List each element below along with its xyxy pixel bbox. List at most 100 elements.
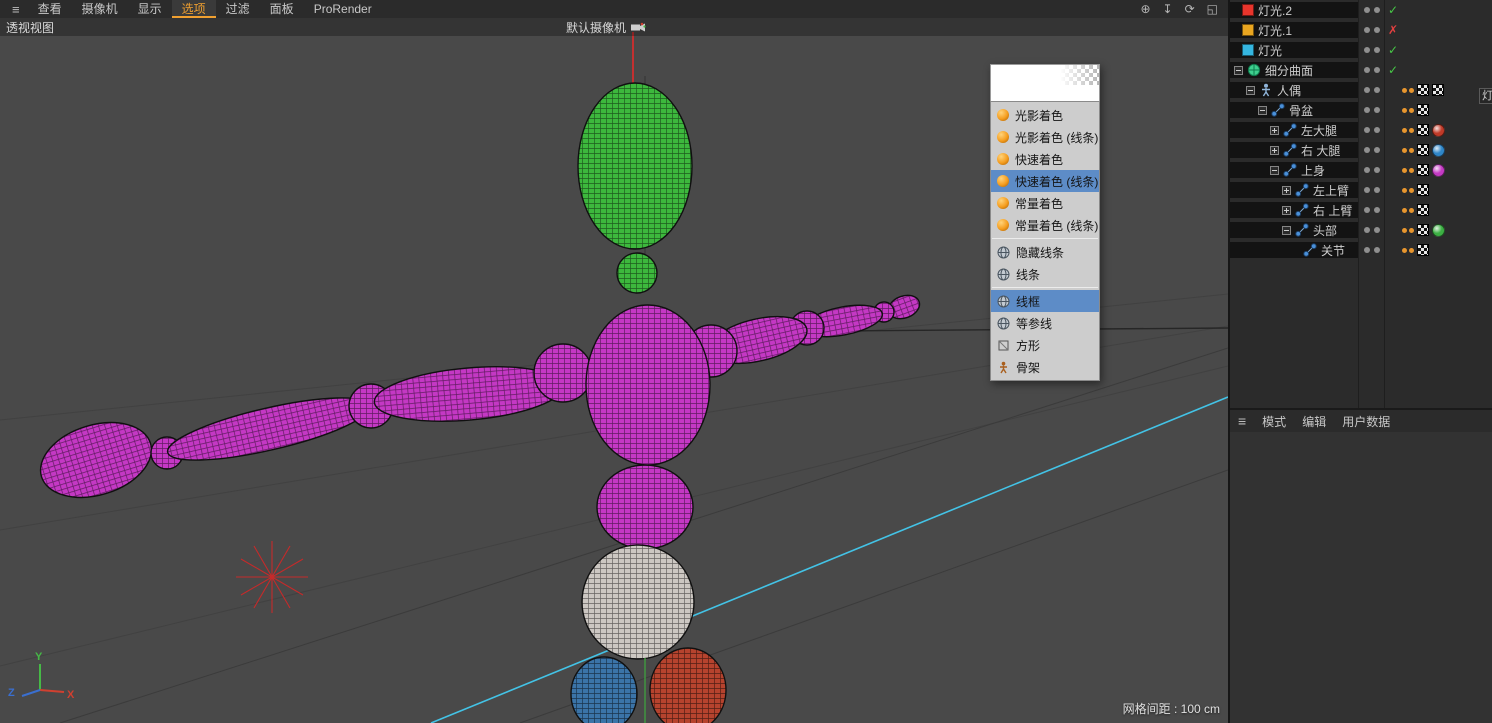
expression-tag[interactable] [1402, 207, 1414, 213]
menu-item-view[interactable]: 查看 [28, 0, 72, 18]
menu-item-camera[interactable]: 摄像机 [72, 0, 128, 18]
expand-toggle[interactable] [1246, 85, 1255, 95]
expand-toggle[interactable] [1270, 145, 1279, 155]
hamburger-icon[interactable]: ≡ [1238, 413, 1246, 429]
attr-menu-edit[interactable]: 编辑 [1302, 413, 1326, 430]
object-row-head[interactable]: 头部 [1230, 220, 1492, 240]
object-row-right-thigh[interactable]: 右 大腿 [1230, 140, 1492, 160]
visibility-dots[interactable] [1364, 247, 1380, 253]
item-lines[interactable]: 线条 [991, 263, 1099, 285]
material-sphere[interactable] [1432, 163, 1445, 177]
light-star[interactable] [236, 541, 308, 613]
attr-menu-userdata[interactable]: 用户数据 [1342, 413, 1390, 430]
attr-menu-mode[interactable]: 模式 [1262, 413, 1286, 430]
visibility-dots[interactable] [1364, 187, 1380, 193]
shaded-sphere-icon [997, 197, 1009, 209]
object-row-subdivision[interactable]: 细分曲面 ✓ [1230, 60, 1492, 80]
object-row-left-upper-arm[interactable]: 左上臂 [1230, 180, 1492, 200]
item-skeleton[interactable]: 骨架 [991, 356, 1099, 378]
disabled-cross-icon[interactable]: ✗ [1388, 20, 1398, 40]
pin-icon[interactable]: ↧ [1163, 2, 1173, 16]
visibility-dots[interactable] [1364, 7, 1380, 13]
expand-toggle[interactable] [1234, 65, 1243, 75]
viewport[interactable]: 透视视图 默认摄像机 Y X Z 网格间距: 100 cm 光影着色 光影着色… [0, 18, 1228, 723]
weight-tag[interactable] [1432, 84, 1444, 96]
object-row-left-thigh[interactable]: 左大腿 [1230, 120, 1492, 140]
dock-icon[interactable]: ⊕ [1140, 2, 1150, 16]
menu-item-filter[interactable]: 过滤 [216, 0, 260, 18]
menu-item-options[interactable]: 选项 [171, 0, 216, 18]
menu-item-panel[interactable]: 面板 [260, 0, 304, 18]
expression-tag[interactable] [1402, 227, 1414, 233]
expression-tag[interactable] [1402, 107, 1414, 113]
item-constant-shading-lines[interactable]: 常量着色 (线条) [991, 214, 1099, 236]
weight-tag[interactable] [1417, 164, 1429, 176]
enabled-check-icon[interactable]: ✓ [1388, 60, 1398, 80]
view-label[interactable]: 透视视图 [0, 19, 54, 36]
visibility-dots[interactable] [1364, 87, 1380, 93]
camera-label-group: 默认摄像机 [566, 19, 646, 36]
object-row-light2[interactable]: 灯光.2 ✓ [1230, 0, 1492, 20]
object-row-light[interactable]: 灯光 ✓ [1230, 40, 1492, 60]
wire-globe-icon [997, 317, 1010, 330]
object-row-light1[interactable]: 灯光.1 ✗ [1230, 20, 1492, 40]
visibility-dots[interactable] [1364, 207, 1380, 213]
expression-tag[interactable] [1402, 87, 1414, 93]
object-row-pelvis[interactable]: 骨盆 [1230, 100, 1492, 120]
sync-icon[interactable]: ⟳ [1185, 2, 1195, 16]
object-row-joint[interactable]: 关节 [1230, 240, 1492, 260]
expand-toggle[interactable] [1282, 225, 1291, 235]
expand-toggle[interactable] [1270, 125, 1279, 135]
visibility-dots[interactable] [1364, 127, 1380, 133]
weight-tag[interactable] [1417, 244, 1429, 256]
hamburger-icon[interactable]: ≡ [4, 2, 28, 17]
item-constant-shading[interactable]: 常量着色 [991, 192, 1099, 214]
item-quick-shading-lines[interactable]: 快速着色 (线条) [991, 170, 1099, 192]
item-hidden-line[interactable]: 隐藏线条 [991, 241, 1099, 263]
visibility-dots[interactable] [1364, 167, 1380, 173]
expression-tag[interactable] [1402, 147, 1414, 153]
skeleton-icon [997, 361, 1010, 374]
spline-line[interactable] [430, 396, 1228, 723]
enabled-check-icon[interactable]: ✓ [1388, 0, 1398, 20]
object-row-right-upper-arm[interactable]: 右 上臂 [1230, 200, 1492, 220]
material-sphere[interactable] [1432, 143, 1445, 157]
expression-tag[interactable] [1402, 247, 1414, 253]
item-gouraud-shading[interactable]: 光影着色 [991, 104, 1099, 126]
item-isoparms[interactable]: 等参线 [991, 312, 1099, 334]
item-quick-shading[interactable]: 快速着色 [991, 148, 1099, 170]
expand-toggle[interactable] [1258, 105, 1267, 115]
weight-tag[interactable] [1417, 84, 1429, 96]
material-sphere[interactable] [1432, 223, 1445, 237]
object-row-upper-body[interactable]: 上身 [1230, 160, 1492, 180]
visibility-dots[interactable] [1364, 67, 1380, 73]
weight-tag[interactable] [1417, 204, 1429, 216]
object-row-figure[interactable]: 人偶 [1230, 80, 1492, 100]
weight-tag[interactable] [1417, 124, 1429, 136]
visibility-dots[interactable] [1364, 107, 1380, 113]
material-sphere[interactable] [1432, 123, 1445, 137]
layout-icon[interactable]: ◱ [1207, 2, 1218, 16]
weight-tag[interactable] [1417, 144, 1429, 156]
item-box[interactable]: 方形 [991, 334, 1099, 356]
item-wireframe[interactable]: 线框 [991, 290, 1099, 312]
expand-toggle[interactable] [1270, 165, 1279, 175]
expression-tag[interactable] [1402, 127, 1414, 133]
visibility-dots[interactable] [1364, 47, 1380, 53]
menu-item-display[interactable]: 显示 [128, 0, 172, 18]
expand-toggle[interactable] [1282, 185, 1291, 195]
visibility-dots[interactable] [1364, 227, 1380, 233]
expression-tag[interactable] [1402, 187, 1414, 193]
visibility-dots[interactable] [1364, 27, 1380, 33]
weight-tag[interactable] [1417, 224, 1429, 236]
expand-toggle[interactable] [1282, 205, 1291, 215]
weight-tag[interactable] [1417, 184, 1429, 196]
weight-tag[interactable] [1417, 104, 1429, 116]
mannequin-head [577, 82, 693, 250]
menu-item-prorender[interactable]: ProRender [304, 0, 382, 18]
expression-tag[interactable] [1402, 167, 1414, 173]
visibility-dots[interactable] [1364, 147, 1380, 153]
figure-icon [1259, 83, 1273, 97]
enabled-check-icon[interactable]: ✓ [1388, 40, 1398, 60]
item-gouraud-shading-lines[interactable]: 光影着色 (线条) [991, 126, 1099, 148]
